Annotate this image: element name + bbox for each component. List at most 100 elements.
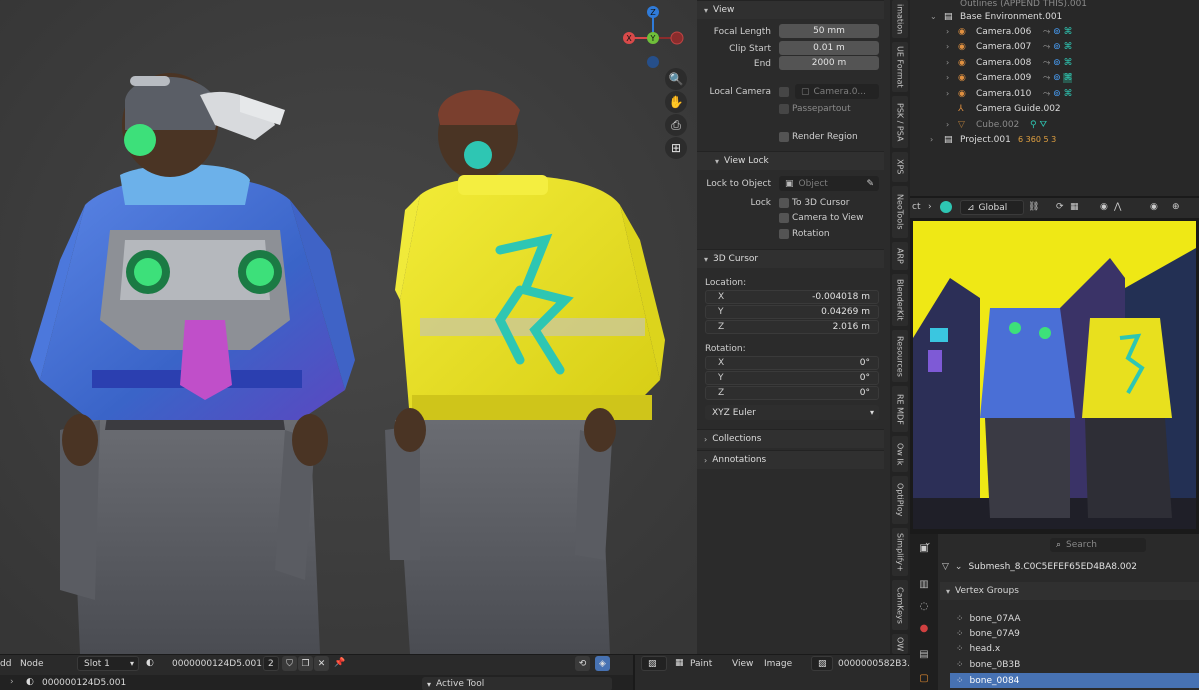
chevron-right-icon[interactable]: › [946, 58, 949, 67]
perspective-grid-icon[interactable]: ⊞ [665, 137, 687, 159]
gizmo-toggle-icon[interactable]: ⊕ [1172, 202, 1180, 212]
link-icon[interactable]: ⛓ [1028, 202, 1039, 212]
chevron-down-icon[interactable]: ⌄ [930, 12, 937, 21]
orientation-dropdown[interactable]: ⊿ Global [960, 200, 1024, 215]
tab-camkeys[interactable]: CamKeys [892, 580, 908, 630]
to-3d-cursor-checkbox[interactable] [779, 198, 789, 208]
node-menu[interactable]: Node [20, 659, 44, 669]
vertex-group-item[interactable]: ⁘ bone_07A9 [950, 626, 1199, 641]
object-tab-icon[interactable]: ▢ [914, 668, 934, 688]
node-tree-path[interactable]: 000000124D5.001 [42, 678, 126, 688]
vertex-group-item[interactable]: ⁘ bone_0B3B [950, 657, 1199, 672]
outliner-row[interactable]: › ◉ Camera.009 ⤳ ⊚ ⌘ [910, 70, 1199, 85]
search-input[interactable]: ⌕ Search [1050, 538, 1146, 552]
tab-psk-psa[interactable]: PSK / PSA [892, 96, 908, 148]
view-panel-header[interactable]: ▾ View [697, 0, 884, 19]
outliner-row[interactable]: › ◉ Camera.007 ⤳ ⊚ ⌘ [910, 39, 1199, 54]
image-menu[interactable]: Image [764, 659, 792, 669]
snap-icon[interactable]: ⟲ [575, 656, 590, 671]
add-menu[interactable]: dd [0, 659, 11, 669]
clip-end-field[interactable]: 2000 m [779, 56, 879, 70]
material-name[interactable]: 0000000124D5.001 [172, 659, 262, 669]
tab-ow-ik[interactable]: Ow Ik [892, 436, 908, 472]
chevron-right-icon[interactable]: › [946, 89, 949, 98]
vertex-group-item-selected[interactable]: ⁘ bone_0084 [950, 673, 1199, 688]
zoom-icon[interactable]: 🔍 [665, 68, 687, 90]
slot-dropdown[interactable]: Slot 1 ▾ [77, 656, 139, 671]
tab-optiploy[interactable]: OptiPloy [892, 476, 908, 524]
material-sphere-icon[interactable]: ◐ [146, 658, 154, 668]
rotation-z-field[interactable]: Z 0° [705, 386, 879, 400]
tab-ow[interactable]: OW [892, 634, 908, 654]
rotation-mode-dropdown[interactable]: XYZ Euler ▾ [705, 405, 879, 420]
camera-to-view-checkbox[interactable] [779, 213, 789, 223]
active-tool-panel-header[interactable]: ▾ Active Tool [422, 677, 612, 690]
collections-panel-header[interactable]: › Collections [697, 429, 884, 448]
chevron-right-icon[interactable]: › [928, 202, 932, 212]
camera-preview-viewport[interactable] [910, 218, 1199, 532]
chevron-right-icon[interactable]: › [946, 42, 949, 51]
collection-tab-icon[interactable]: ▤ [914, 644, 934, 664]
camera-view-icon[interactable]: ⎙ [665, 114, 687, 136]
tab-neotools[interactable]: NeoTools [892, 186, 908, 238]
location-y-field[interactable]: Y 0.04269 m [705, 305, 879, 319]
tab-animation[interactable]: imation [892, 0, 908, 38]
vertex-group-item[interactable]: ⁘ bone_07AA [950, 611, 1199, 626]
annotations-panel-header[interactable]: › Annotations [697, 450, 884, 469]
lock-rotation-checkbox[interactable] [779, 229, 789, 239]
paint-menu[interactable]: Paint [690, 659, 712, 669]
snap-icon[interactable]: ⟳ [1056, 202, 1064, 212]
output-tab-icon[interactable]: ◌ [914, 596, 934, 616]
world-tab-icon[interactable]: ● [914, 618, 934, 638]
close-icon[interactable]: ✕ [314, 656, 329, 671]
view-menu[interactable]: View [732, 659, 753, 669]
local-camera-checkbox[interactable] [779, 87, 789, 97]
focal-length-field[interactable]: 50 mm [779, 24, 879, 38]
outliner-row[interactable]: ⅄ Camera Guide.002 [910, 101, 1199, 116]
outliner-row[interactable]: › ◉ Camera.010 ⤳ ⊚ ⌘ [910, 86, 1199, 101]
editor-type-dropdown[interactable]: ▨ [641, 656, 667, 671]
location-z-field[interactable]: Z 2.016 m [705, 320, 879, 334]
chevron-right-icon[interactable]: › [10, 677, 14, 687]
passepartout-checkbox[interactable] [779, 104, 789, 114]
chevron-right-icon[interactable]: › [946, 27, 949, 36]
tab-simplify[interactable]: Simplify+ [892, 528, 908, 576]
tab-ue-format[interactable]: UE Format [892, 42, 908, 92]
3d-cursor-header[interactable]: ▾ 3D Cursor [697, 249, 884, 268]
image-name[interactable]: 0000000582B3. [838, 659, 910, 669]
duplicate-icon[interactable]: ❐ [298, 656, 313, 671]
outliner-row[interactable]: › ▤ Project.001 6 360 5 3 [910, 132, 1199, 147]
vertex-groups-header[interactable]: ▾ Vertex Groups [940, 582, 1199, 600]
snap-increment-icon[interactable]: ▦ [1070, 202, 1079, 212]
falloff-icon[interactable]: ⋀ [1114, 202, 1121, 212]
tab-arp[interactable]: ARP [892, 242, 908, 270]
user-count[interactable]: 2 [263, 656, 279, 671]
visibility-eye-icon[interactable]: ◉ [1150, 202, 1158, 212]
view-lock-header[interactable]: ▾ View Lock [697, 151, 884, 170]
chevron-right-icon[interactable]: › [946, 120, 949, 129]
chevron-right-icon[interactable]: › [930, 135, 933, 144]
chevron-down-icon[interactable]: ⌄ [924, 538, 932, 548]
pin-icon[interactable]: 📌 [334, 658, 345, 668]
outliner-row[interactable]: › ◉ Camera.008 ⤳ ⊚ ⌘ [910, 55, 1199, 70]
rotation-x-field[interactable]: X 0° [705, 356, 879, 370]
chevron-right-icon[interactable]: › [946, 73, 949, 82]
outliner-row[interactable]: › ◉ Camera.006 ⤳ ⊚ ⌘ [910, 24, 1199, 39]
mesh-data-row[interactable]: ▽ ⌄ Submesh_8.C0C5EFEF65ED4BA8.002 [942, 560, 1199, 574]
rotation-y-field[interactable]: Y 0° [705, 371, 879, 385]
render-region-checkbox[interactable] [779, 132, 789, 142]
fake-user-shield-icon[interactable]: ⛉ [282, 656, 297, 671]
lock-object-field[interactable]: ▣ Object ✎ [779, 176, 879, 191]
location-x-field[interactable]: X -0.004018 m [705, 290, 879, 304]
tab-re-mdf[interactable]: RE MDF [892, 386, 908, 432]
outliner-row[interactable]: › ▽ Cube.002 ⚲ ⛛ [910, 117, 1199, 132]
outliner-row[interactable]: ⌄ ▤ Base Environment.001 [910, 9, 1199, 24]
navigation-gizmo[interactable]: Z X Y [620, 2, 690, 72]
tab-resources[interactable]: Resources [892, 330, 908, 382]
eyedropper-icon[interactable]: ✎ [866, 179, 874, 189]
clip-start-field[interactable]: 0.01 m [779, 41, 879, 55]
render-tab-icon[interactable]: ▥ [914, 574, 934, 594]
hand-pan-icon[interactable]: ✋ [665, 91, 687, 113]
local-camera-field[interactable]: ▢ Camera.0... [795, 84, 879, 99]
proportional-edit-icon[interactable]: ◉ [1100, 202, 1108, 212]
